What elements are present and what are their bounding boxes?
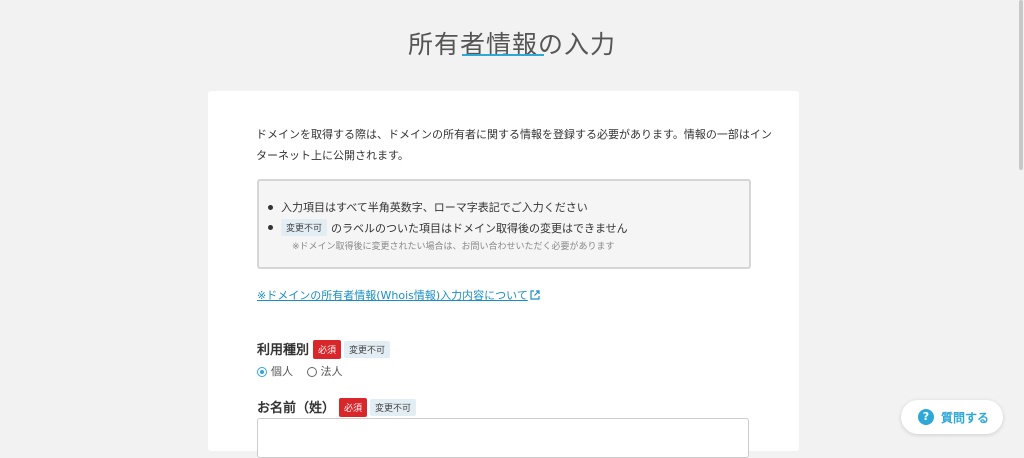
radio-individual[interactable] [257,367,267,377]
radio-option-corporation[interactable]: 法人 [306,363,343,379]
radio-individual-label: 個人 [271,365,293,378]
usage-type-label: 利用種別 必須 変更不可 [257,339,394,359]
unchangeable-badge: 変更不可 [344,341,391,358]
last-name-label-text: お名前（姓） [257,401,336,416]
notes-box: 入力項目はすべて半角英数字、ローマ字表記でご入力ください 変更不可 のラベルのつい… [257,179,751,269]
radio-corporation[interactable] [306,367,317,377]
usage-type-label-text: 利用種別 [257,343,310,358]
note-item-romanization: 入力項目はすべて半角英数字、ローマ字表記でご入力ください [268,201,588,214]
unchangeable-badge: 変更不可 [370,399,417,416]
note-item-unchangeable: 変更不可 のラベルのついた項目はドメイン取得後の変更はできません [268,219,628,236]
note-item-unchangeable-text: のラベルのついた項目はドメイン取得後の変更はできません [331,222,628,235]
whois-link-label: ※ドメインの所有者情報(Whois情報)入力内容について [257,289,528,302]
required-badge: 必須 [313,340,342,359]
required-badge: 必須 [339,398,368,417]
last-name-input[interactable] [257,418,749,458]
title-underline [462,54,544,56]
last-name-label: お名前（姓） 必須 変更不可 [257,397,420,417]
ask-question-button[interactable]: ? 質問する [901,400,1003,434]
intro-text: ドメインを取得する際は、ドメインの所有者に関する情報を登録する必要があります。情… [256,128,772,162]
form-card: ドメインを取得する際は、ドメインの所有者に関する情報を登録する必要があります。情… [208,91,799,458]
page-scrollbar[interactable] [1018,0,1024,442]
question-icon: ? [918,409,934,425]
unchangeable-tag: 変更不可 [281,219,328,236]
radio-option-individual[interactable]: 個人 [257,363,293,379]
usage-type-radio-group: 個人 法人 [257,363,353,379]
scrollbar-thumb[interactable] [1019,0,1023,170]
whois-info-link[interactable]: ※ドメインの所有者情報(Whois情報)入力内容について [257,287,540,303]
note-sub-text: ※ドメイン取得後に変更されたい場合は、お問い合わせいただく必要があります [292,242,615,252]
radio-corporation-label: 法人 [320,365,343,378]
external-link-icon [530,290,540,303]
ask-question-label: 質問する [941,411,990,425]
